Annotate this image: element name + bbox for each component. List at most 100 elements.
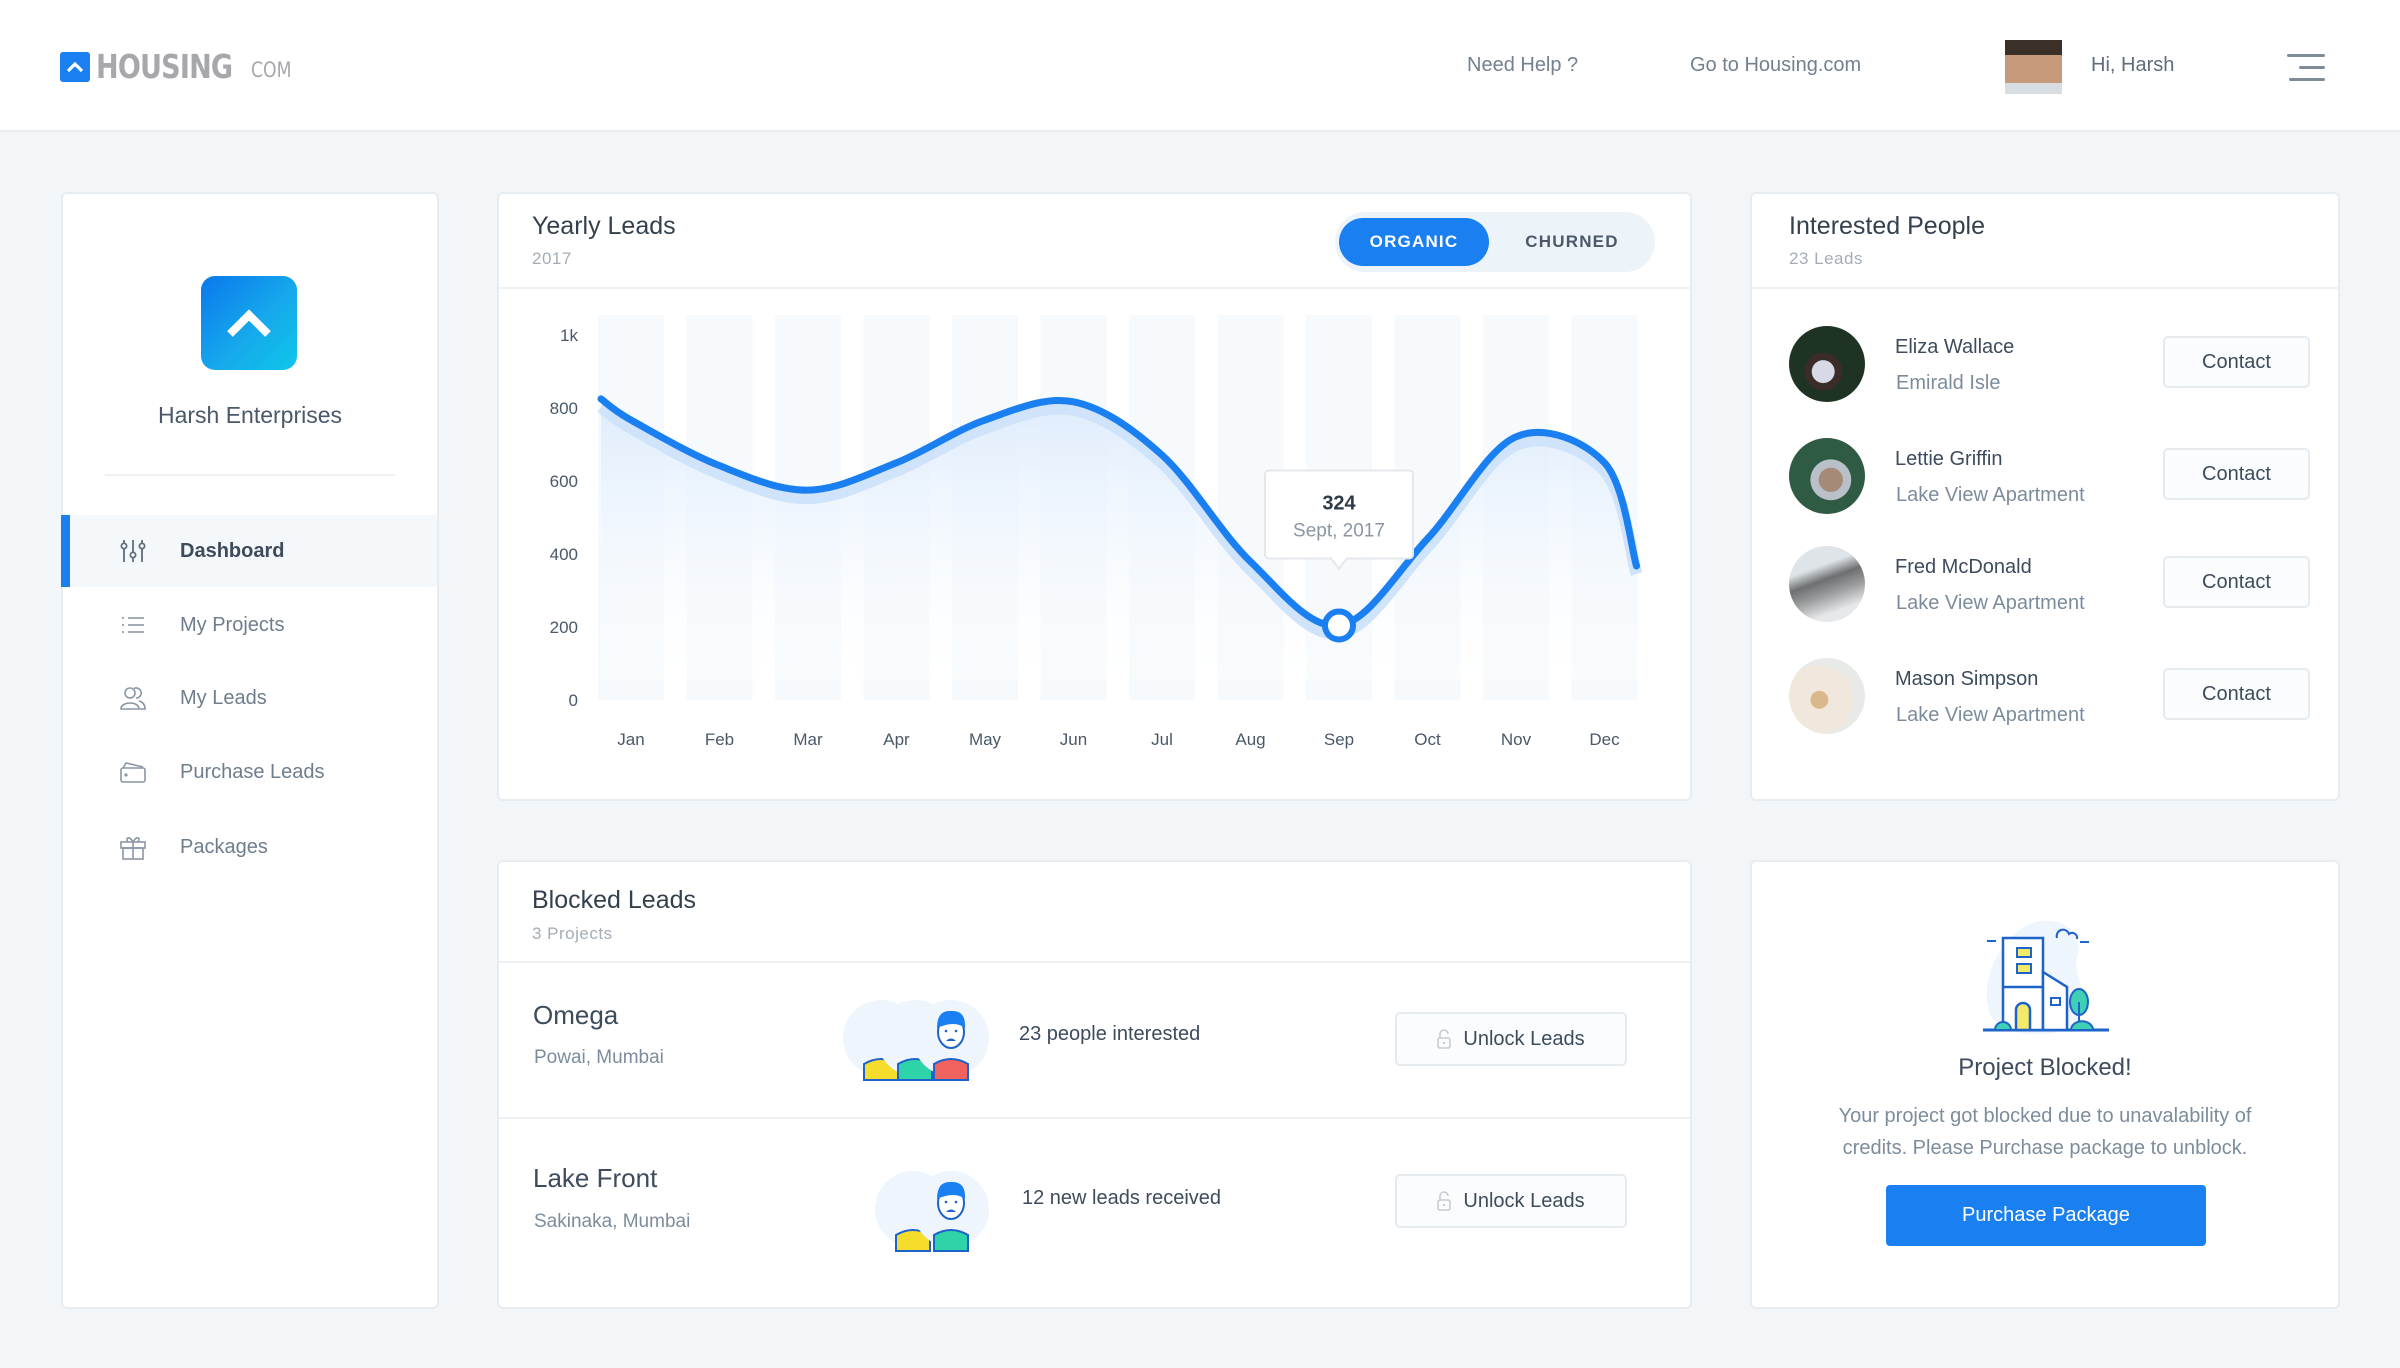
chart-data-point [717, 463, 723, 469]
x-tick-label: Aug [1235, 730, 1265, 749]
y-tick-label: 400 [550, 545, 578, 564]
person-name: Lettie Griffin [1895, 448, 2003, 470]
contact-button[interactable]: Contact [2163, 336, 2310, 388]
project-blocked-message: Your project got blocked due to unavalab… [1838, 1105, 2252, 1159]
faces-group [875, 1171, 989, 1252]
sidebar-divider [105, 474, 395, 476]
company-logo [201, 276, 297, 370]
person-row: Fred McDonald Lake View Apartment Contac… [1752, 546, 2338, 626]
contact-button[interactable]: Contact [2163, 556, 2310, 608]
y-tick-label: 1k [560, 326, 578, 345]
x-tick-label: Jan [617, 730, 644, 749]
interested-title: Interested People [1789, 212, 1985, 240]
top-header: HOUSING COM Need Help ? Go to Housing.co… [0, 0, 2400, 132]
unlock-leads-label: Unlock Leads [1463, 1027, 1585, 1050]
contact-button[interactable]: Contact [2163, 448, 2310, 500]
unlock-leads-button[interactable]: Unlock Leads [1395, 1012, 1627, 1066]
x-tick-label: May [969, 730, 1002, 749]
x-tick-label: Dec [1589, 730, 1620, 749]
project-info: 12 new leads received [1022, 1187, 1222, 1209]
users-icon [120, 687, 146, 710]
sidebar-item-label: Dashboard [180, 539, 285, 562]
project-row: Lake Front Sakinaka, Mumbai 12 new leads… [499, 1119, 1690, 1307]
gift-icon [120, 837, 146, 860]
chart-data-point [805, 487, 811, 493]
chart-data-point [1513, 434, 1519, 440]
x-tick-label: Jul [1151, 730, 1173, 749]
project-blocked-card: Project Blocked! Your project got blocke… [1750, 860, 2340, 1309]
list-icon [122, 617, 144, 633]
project-location: Sakinaka, Mumbai [534, 1211, 691, 1232]
person-name: Eliza Wallace [1895, 336, 2015, 358]
person-location: Lake View Apartment [1896, 704, 2085, 726]
project-name: Omega [533, 1000, 619, 1030]
y-tick-label: 0 [569, 691, 578, 710]
logo-chevron-icon [60, 52, 90, 82]
sidebar-item-my-leads[interactable]: My Leads [63, 662, 437, 734]
y-tick-label: 800 [550, 399, 578, 418]
chart-data-point [894, 460, 900, 466]
unlock-leads-label: Unlock Leads [1463, 1189, 1585, 1212]
y-tick-label: 600 [550, 472, 578, 491]
company-name: Harsh Enterprises [157, 402, 343, 428]
x-tick-label: Nov [1501, 730, 1532, 749]
blocked-title: Blocked Leads [532, 886, 697, 914]
chart-data-point [1248, 559, 1254, 565]
person-name: Fred McDonald [1895, 556, 2032, 578]
tooltip-label: Sept, 2017 [1293, 521, 1385, 542]
project-info: 23 people interested [1019, 1023, 1201, 1045]
person-avatar[interactable] [1789, 438, 1865, 514]
hamburger-menu-icon[interactable] [2287, 54, 2325, 81]
interested-faces-icon [875, 1171, 989, 1252]
sliders-icon [120, 540, 146, 562]
x-tick-label: Jun [1060, 730, 1087, 749]
tooltip-value: 324 [1322, 493, 1356, 515]
sidebar-item-purchase-leads[interactable]: Purchase Leads [63, 736, 437, 808]
yearly-leads-chart: 0 200 400 600 800 1k Jan Feb Mar Apr May Jun Jul Aug… [550, 315, 1643, 749]
housing-logo[interactable]: HOUSING COM [60, 50, 291, 83]
user-greeting[interactable]: Hi, Harsh [2091, 54, 2174, 77]
person-location: Lake View Apartment [1896, 484, 2085, 506]
person-location: Emirald Isle [1896, 372, 2001, 394]
sidebar-item-label: Packages [180, 835, 268, 858]
interested-subtitle: 23 Leads [1789, 249, 1863, 268]
project-blocked-title: Project Blocked! [1958, 1054, 2132, 1081]
project-location: Powai, Mumbai [534, 1047, 664, 1068]
logo-suffix: COM [251, 58, 292, 82]
purchase-package-button[interactable]: Purchase Package [1886, 1185, 2206, 1246]
interested-faces-icon [843, 1000, 989, 1081]
blocked-subtitle: 3 Projects [532, 924, 613, 943]
person-name: Mason Simpson [1895, 668, 2039, 690]
x-tick-label: Oct [1414, 730, 1441, 749]
contact-button[interactable]: Contact [2163, 668, 2310, 720]
chart-data-point [1425, 536, 1431, 542]
chart-data-point [1159, 452, 1165, 458]
sidebar-item-my-projects[interactable]: My Projects [63, 589, 437, 661]
wallet-icon [120, 762, 146, 783]
person-avatar[interactable] [1789, 326, 1865, 402]
need-help-link[interactable]: Need Help ? [1467, 54, 1578, 77]
sidebar-item-label: Purchase Leads [180, 760, 325, 783]
yearly-leads-card: Yearly Leads 2017 ORGANIC CHURNED 0 200 40… [497, 192, 1692, 801]
chart-tooltip: 324 Sept, 2017 [1264, 469, 1414, 571]
sidebar: Harsh Enterprises Dashboard My Projects … [61, 192, 439, 1309]
lock-icon [1437, 1029, 1452, 1049]
card-divider [1752, 287, 2338, 289]
project-row: Omega Powai, Mumbai 23 people interested… [499, 963, 1690, 1117]
faces-group [843, 1000, 989, 1081]
lock-icon [1437, 1191, 1452, 1211]
sidebar-item-dashboard[interactable]: Dashboard [61, 515, 437, 587]
unlock-leads-button[interactable]: Unlock Leads [1395, 1174, 1627, 1228]
chart-area-fill [601, 398, 1637, 680]
user-avatar[interactable] [2005, 40, 2062, 94]
go-to-housing-link[interactable]: Go to Housing.com [1690, 54, 1861, 77]
blocked-leads-card: Blocked Leads 3 Projects Omega Powai, Mu… [497, 860, 1692, 1309]
x-tick-label: Sep [1324, 730, 1354, 749]
interested-people-card: Interested People 23 Leads Eliza Wallace… [1750, 192, 2340, 801]
person-row: Mason Simpson Lake View Apartment Contac… [1752, 658, 2338, 738]
person-avatar[interactable] [1789, 546, 1865, 622]
project-name: Lake Front [533, 1163, 658, 1193]
sidebar-item-packages[interactable]: Packages [63, 811, 437, 883]
chart-data-point [982, 417, 988, 423]
person-avatar[interactable] [1789, 658, 1865, 734]
